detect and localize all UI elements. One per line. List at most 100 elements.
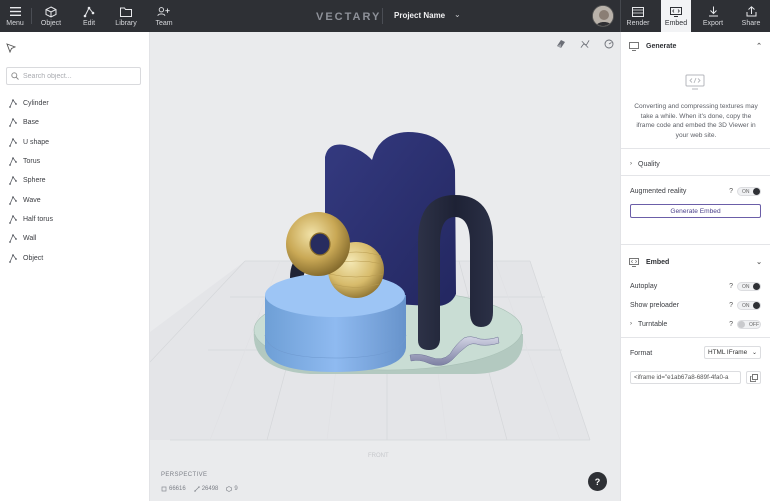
preloader-help-icon[interactable]: ? [729,302,733,309]
list-item[interactable]: Wall [9,229,139,248]
generate-section-header[interactable]: Generate ⌃ [621,34,770,58]
chevron-right-icon[interactable]: › [630,321,632,327]
list-item[interactable]: Torus [9,152,139,171]
torus-object[interactable] [286,212,350,276]
team-label: Team [155,19,173,27]
autoplay-toggle[interactable]: ON [737,281,761,291]
toolbar-divider [382,8,383,24]
avatar[interactable] [592,5,614,27]
list-item[interactable]: Object [9,248,139,267]
vertices-icon [161,486,167,492]
toolbar-divider [31,8,32,24]
team-button[interactable]: Team [148,0,180,32]
menu-button[interactable]: Menu [0,0,30,32]
toggle-knob [753,282,760,290]
search-input[interactable] [23,72,133,80]
list-item[interactable]: Half torus [9,210,139,229]
object-label: Base [23,119,39,127]
object-icon [9,157,17,166]
camera-mode-label[interactable]: PERSPECTIVE [161,472,207,478]
object-label: Object [23,254,44,262]
turntable-toggle[interactable]: OFF [737,319,761,329]
generate-description: Converting and compressing textures may … [634,103,758,139]
share-button[interactable]: Share [736,0,766,32]
select-cursor-icon[interactable] [6,40,17,54]
turntable-row: › Turntable ? OFF [630,318,763,330]
scene-stats: 66616 26498 9 [161,486,238,492]
material-icon[interactable] [556,39,566,49]
project-name[interactable]: Project Name [394,11,445,20]
folder-icon [119,6,133,18]
vertex-count: 66616 [161,486,186,492]
autoplay-label: Autoplay [630,282,658,290]
edit-vertex-icon [82,6,96,18]
search-box[interactable] [6,67,141,85]
generate-embed-button[interactable]: Generate Embed [630,204,761,218]
list-item[interactable]: Cylinder [9,94,139,113]
vectary-logo: VECTARY [316,11,382,23]
object-label: Sphere [23,177,46,185]
edges-icon [193,486,200,492]
hamburger-icon [8,6,22,18]
render-button[interactable]: Render [622,0,654,32]
chevron-down-icon[interactable]: ⌄ [454,10,461,19]
turntable-label: Turntable [638,320,668,328]
toggle-knob [753,187,760,195]
export-label: Export [702,19,724,27]
export-button[interactable]: Export [698,0,728,32]
object-label: U shape [23,138,50,146]
augmented-reality-row: Augmented reality ? ON [630,185,763,197]
object-icon [9,253,17,263]
quality-row[interactable]: › Quality [630,158,763,170]
render-label: Render [626,19,650,27]
copy-code-button[interactable] [746,371,761,384]
embed-button[interactable]: Embed [661,0,691,32]
object-icon [9,137,17,147]
object-icon [9,234,17,244]
object-label: Wave [23,196,41,204]
edit-button[interactable]: Edit [74,0,104,32]
library-button[interactable]: Library [110,0,142,32]
preloader-toggle[interactable]: ON [737,300,761,310]
list-item[interactable]: Base [9,113,139,132]
ar-label: Augmented reality [630,187,687,195]
edge-count: 26498 [193,486,218,492]
share-upload-icon [744,6,758,18]
chevron-down-icon: ⌄ [751,350,757,356]
format-select[interactable]: HTML IFrame ⌄ [704,346,761,359]
autoplay-help-icon[interactable]: ? [729,283,733,290]
render-icon [631,6,645,18]
object-button[interactable]: Object [36,0,66,32]
object-icon [9,195,17,205]
embed-label: Embed [664,19,688,27]
divider [621,337,770,338]
list-item[interactable]: Sphere [9,171,139,190]
object-count: 9 [226,486,238,492]
preloader-label: Show preloader [630,301,680,309]
ar-toggle[interactable]: ON [737,186,761,196]
show-preloader-row: Show preloader ? ON [630,299,763,311]
embed-title: Embed [646,258,670,266]
list-item[interactable]: U shape [9,133,139,152]
object-label: Wall [23,235,37,243]
embed-illustration-icon [685,74,705,90]
divider [621,148,770,149]
generate-icon [629,41,639,51]
scene-canvas[interactable]: FRONT [150,32,620,501]
divider [621,244,770,245]
generate-title: Generate [646,42,677,50]
list-item[interactable]: Wave [9,190,139,209]
object-icon [9,176,17,186]
snap-icon[interactable] [580,39,590,49]
turntable-help-icon[interactable]: ? [729,321,733,328]
embed-code-field[interactable]: <iframe id="e1ab67a8-689f-4fa0-a [630,371,741,384]
ar-help-icon[interactable]: ? [729,188,733,195]
chevron-up-icon[interactable]: ⌃ [756,42,762,50]
library-label: Library [115,19,137,27]
embed-section-header[interactable]: Embed ⌄ [621,250,770,274]
chevron-down-icon[interactable]: ⌄ [756,258,762,266]
help-button[interactable]: ? [588,472,607,491]
3d-viewport[interactable]: FRONT PERSPECTIVE 66616 26498 9 ? [150,32,620,501]
camera-view-icon[interactable] [604,39,614,49]
toggle-knob [753,301,760,309]
